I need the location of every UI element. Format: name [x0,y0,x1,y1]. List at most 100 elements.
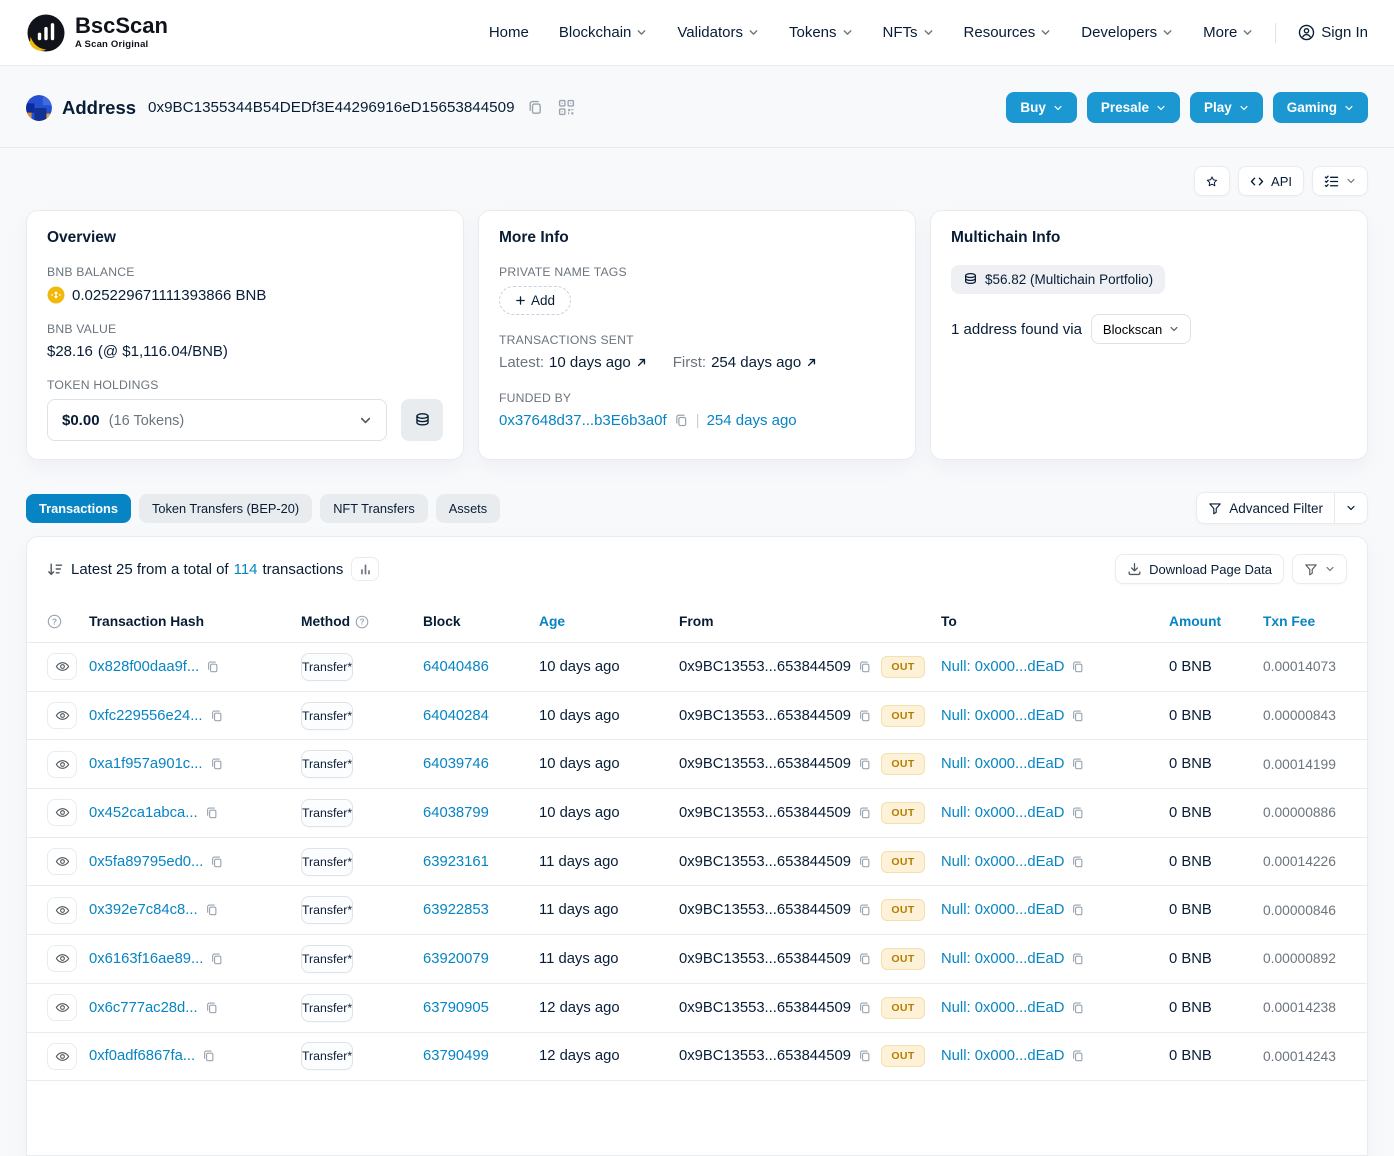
copy-to-button[interactable] [1071,757,1085,771]
copy-from-button[interactable] [858,903,872,917]
bscscan-logo[interactable]: BscScan A Scan Original [26,13,168,53]
to-address-link[interactable]: Null: 0x000...dEaD [941,659,1064,675]
promo-dropdown-button[interactable]: Gaming [1273,92,1368,123]
promo-dropdown-button[interactable]: Buy [1006,92,1077,123]
copy-to-button[interactable] [1071,903,1085,917]
method-badge[interactable]: Transfer* [301,702,353,730]
copy-tx-hash-button[interactable] [205,903,219,917]
block-link[interactable]: 64039746 [423,756,489,772]
copy-tx-hash-button[interactable] [205,1001,219,1015]
preview-tx-button[interactable] [47,799,77,826]
tx-hash-link[interactable]: 0xa1f957a901c... [89,756,203,772]
to-address-link[interactable]: Null: 0x000...dEaD [941,854,1064,870]
col-age[interactable]: Age [539,614,679,629]
preview-tx-button[interactable] [47,1043,77,1070]
blockscan-dropdown[interactable]: Blockscan [1091,314,1191,344]
copy-from-button[interactable] [858,806,872,820]
copy-tx-hash-button[interactable] [210,952,224,966]
total-transactions-link[interactable]: 114 [234,561,258,578]
method-badge[interactable]: Transfer* [301,896,353,924]
copy-from-button[interactable] [858,1001,872,1015]
preview-tx-button[interactable] [47,945,77,972]
copy-from-button[interactable] [858,757,872,771]
promo-dropdown-button[interactable]: Play [1190,92,1263,123]
copy-to-button[interactable] [1071,855,1085,869]
preview-tx-button[interactable] [47,653,77,680]
advanced-filter-button[interactable]: Advanced Filter [1197,493,1334,523]
promo-dropdown-button[interactable]: Presale [1087,92,1180,123]
to-address-link[interactable]: Null: 0x000...dEaD [941,756,1064,772]
copy-tx-hash-button[interactable] [210,757,224,771]
method-badge[interactable]: Transfer* [301,799,353,827]
sign-in-button[interactable]: Sign In [1298,24,1368,41]
token-portfolio-button[interactable] [401,399,443,441]
page-options-button[interactable] [1312,166,1368,196]
download-page-data-button[interactable]: Download Page Data [1115,554,1284,584]
method-badge[interactable]: Transfer* [301,945,353,973]
block-link[interactable]: 64040284 [423,708,489,724]
copy-address-button[interactable] [525,97,546,118]
to-address-link[interactable]: Null: 0x000...dEaD [941,951,1064,967]
tx-hash-link[interactable]: 0x6c777ac28d... [89,1000,198,1016]
copy-to-button[interactable] [1071,660,1085,674]
method-badge[interactable]: Transfer* [301,848,353,876]
nav-item[interactable]: Blockchain [559,24,648,41]
qr-code-button[interactable] [556,97,577,118]
copy-to-button[interactable] [1071,952,1085,966]
funded-by-address-link[interactable]: 0x37648d37...b3E6b3a0f [499,412,667,429]
nav-item[interactable]: Resources [964,24,1052,41]
copy-to-button[interactable] [1071,1049,1085,1063]
method-badge[interactable]: Transfer* [301,1042,353,1070]
tx-hash-link[interactable]: 0x828f00daa9f... [89,659,199,675]
latest-tx-link[interactable] [636,357,647,368]
nav-item[interactable]: More [1203,24,1253,41]
copy-tx-hash-button[interactable] [206,660,220,674]
preview-tx-button[interactable] [47,751,77,778]
help-icon[interactable] [355,615,369,629]
copy-from-button[interactable] [858,709,872,723]
copy-tx-hash-button[interactable] [205,806,219,820]
preview-tx-button[interactable] [47,994,77,1021]
copy-from-button[interactable] [858,855,872,869]
copy-from-button[interactable] [858,1049,872,1063]
method-badge[interactable]: Transfer* [301,750,353,778]
block-link[interactable]: 64038799 [423,805,489,821]
tx-hash-link[interactable]: 0x452ca1abca... [89,805,198,821]
api-button[interactable]: API [1238,166,1304,196]
col-txn-fee[interactable]: Txn Fee [1263,614,1347,629]
nav-item[interactable]: NFTs [883,24,934,41]
copy-to-button[interactable] [1071,709,1085,723]
tab-nft-transfers[interactable]: NFT Transfers [320,494,428,523]
tab-token-transfers[interactable]: Token Transfers (BEP-20) [139,494,312,523]
method-badge[interactable]: Transfer* [301,653,353,681]
copy-from-button[interactable] [858,660,872,674]
nav-item[interactable]: Tokens [789,24,853,41]
analytics-chart-button[interactable] [351,557,379,581]
preview-tx-button[interactable] [47,702,77,729]
block-link[interactable]: 63922853 [423,902,489,918]
add-name-tag-button[interactable]: Add [499,286,571,315]
block-link[interactable]: 63790499 [423,1048,489,1064]
copy-tx-hash-button[interactable] [210,709,224,723]
nav-item[interactable]: Home [489,24,529,41]
multichain-portfolio-badge[interactable]: $56.82 (Multichain Portfolio) [951,265,1165,294]
tab-transactions[interactable]: Transactions [26,494,131,523]
nav-item[interactable]: Validators [677,24,759,41]
tx-hash-link[interactable]: 0x392e7c84c8... [89,902,198,918]
help-icon[interactable] [47,614,62,629]
tx-hash-link[interactable]: 0x6163f16ae89... [89,951,203,967]
tab-assets[interactable]: Assets [436,494,500,523]
tx-hash-link[interactable]: 0x5fa89795ed0... [89,854,203,870]
block-link[interactable]: 63920079 [423,951,489,967]
copy-to-button[interactable] [1071,806,1085,820]
token-holdings-dropdown[interactable]: $0.00 (16 Tokens) [47,399,387,441]
to-address-link[interactable]: Null: 0x000...dEaD [941,805,1064,821]
to-address-link[interactable]: Null: 0x000...dEaD [941,1048,1064,1064]
col-amount[interactable]: Amount [1169,614,1263,629]
funded-age-link[interactable]: 254 days ago [707,412,797,429]
tx-hash-link[interactable]: 0xf0adf6867fa... [89,1048,195,1064]
preview-tx-button[interactable] [47,897,77,924]
to-address-link[interactable]: Null: 0x000...dEaD [941,1000,1064,1016]
copy-from-button[interactable] [858,952,872,966]
method-badge[interactable]: Transfer* [301,994,353,1022]
